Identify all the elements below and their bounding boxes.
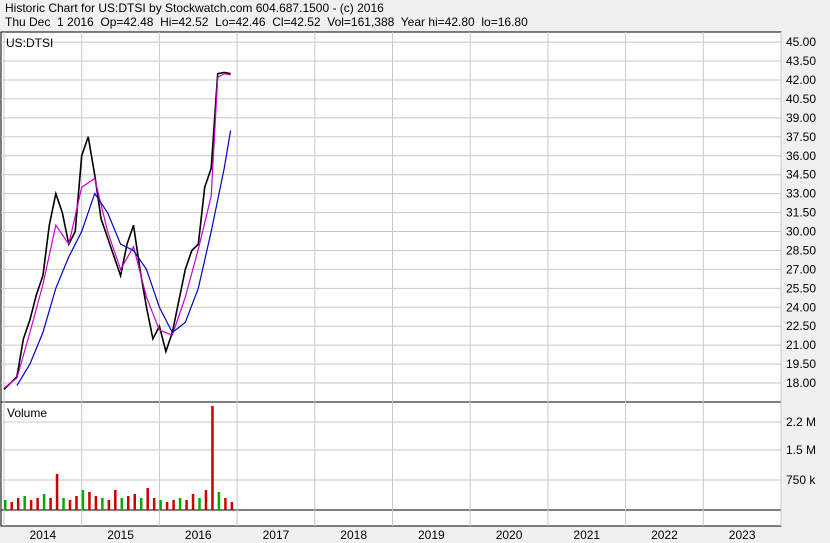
volume-bar — [152, 498, 156, 510]
volume-bar — [159, 500, 162, 510]
price-tick-label: 37.50 — [786, 130, 816, 144]
volume-tick-label: 2.2 M — [786, 415, 816, 429]
volume-bar — [75, 496, 78, 510]
volume-bar — [230, 502, 234, 510]
year-label: 2017 — [263, 528, 290, 542]
volume-bar — [127, 496, 130, 510]
year-label: 2021 — [573, 528, 600, 542]
volume-bar — [42, 494, 46, 510]
volume-bar — [10, 502, 13, 510]
year-label: 2016 — [185, 528, 212, 542]
volume-bar — [36, 498, 39, 510]
price-tick-label: 34.50 — [786, 168, 816, 182]
price-tick-label: 27.00 — [786, 262, 816, 276]
volume-panel-title: Volume — [7, 406, 47, 420]
volume-bar — [29, 500, 33, 510]
volume-tick-label: 750 k — [786, 473, 816, 487]
year-label: 2018 — [340, 528, 367, 542]
price-tick-label: 21.00 — [786, 338, 816, 352]
price-tick-label: 42.00 — [786, 73, 816, 87]
volume-bar — [146, 488, 149, 510]
volume-bar — [178, 498, 182, 510]
price-tick-label: 39.00 — [786, 111, 816, 125]
volume-bar — [23, 496, 26, 510]
price-tick-label: 30.00 — [786, 225, 816, 239]
price-tick-label: 19.50 — [786, 357, 816, 371]
price-tick-label: 33.00 — [786, 187, 816, 201]
volume-bar — [49, 498, 52, 510]
volume-bar — [204, 490, 208, 510]
price-panel — [0, 31, 782, 403]
volume-bar — [88, 492, 91, 510]
volume-bar — [16, 498, 20, 510]
year-label: 2023 — [729, 528, 756, 542]
year-label: 2019 — [418, 528, 445, 542]
volume-bar — [62, 498, 65, 510]
volume-bar — [224, 498, 227, 510]
volume-panel — [0, 401, 782, 511]
price-tick-label: 28.50 — [786, 243, 816, 257]
volume-bar — [165, 502, 169, 510]
volume-bar — [94, 496, 98, 510]
volume-tick-label: 1.5 M — [786, 443, 816, 457]
volume-bar — [172, 500, 175, 510]
volume-bar — [101, 498, 104, 510]
volume-bar — [185, 500, 188, 510]
volume-bar — [81, 490, 85, 510]
price-tick-label: 22.50 — [786, 319, 816, 333]
year-label: 2022 — [651, 528, 678, 542]
date-axis-strip — [0, 509, 782, 527]
stock-chart: 45.00 43.50 42.00 40.50 39.00 37.50 36.00 34.50… — [0, 31, 816, 542]
volume-bar — [4, 500, 7, 510]
volume-bar — [191, 494, 195, 510]
volume-bar — [68, 500, 72, 510]
price-tick-label: 40.50 — [786, 92, 816, 106]
volume-bar — [120, 498, 124, 510]
price-tick-label: 24.00 — [786, 300, 816, 314]
volume-bar — [133, 494, 136, 510]
price-tick-label: 18.00 — [786, 376, 816, 390]
price-tick-label: 31.50 — [786, 206, 816, 220]
price-tick-label: 43.50 — [786, 54, 816, 68]
volume-bar — [217, 492, 221, 510]
volume-bar — [107, 500, 111, 510]
volume-bar — [114, 490, 117, 510]
price-tick-label: 45.00 — [786, 35, 816, 49]
year-label: 2020 — [496, 528, 523, 542]
volume-bar — [198, 498, 201, 510]
volume-bar — [139, 498, 143, 510]
price-tick-label: 25.50 — [786, 281, 816, 295]
year-label: 2014 — [29, 528, 56, 542]
volume-bar — [211, 406, 214, 510]
year-label: 2015 — [107, 528, 134, 542]
price-panel-title: US:DTSI — [6, 36, 53, 50]
price-tick-label: 36.00 — [786, 149, 816, 163]
volume-bar — [55, 474, 59, 510]
